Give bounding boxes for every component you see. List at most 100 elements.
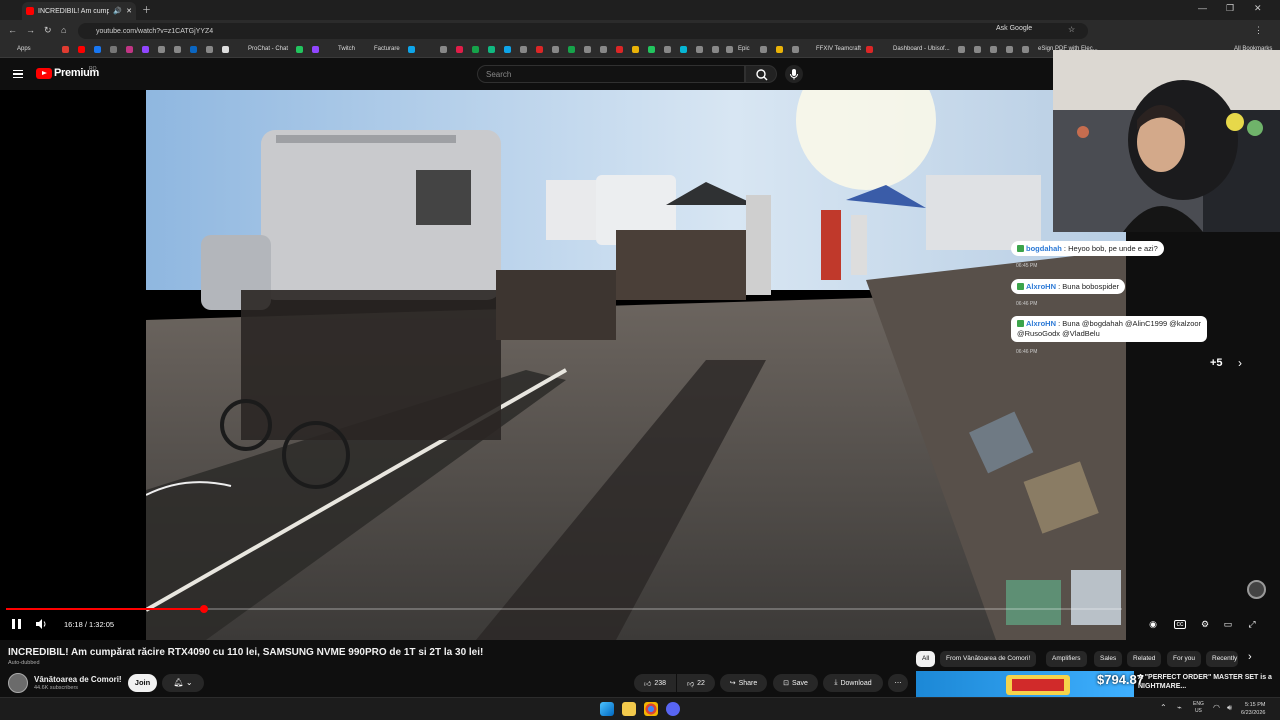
bookmark-apps[interactable]: Apps [17,46,31,52]
search-input[interactable]: Search [477,65,745,83]
moderator-badge-icon [1017,320,1024,327]
file-explorer-icon[interactable] [622,702,636,716]
save-button[interactable]: ⊡ Save [773,674,818,692]
tab-title: INCREDIBIL! Am cumpărat r... [38,7,110,15]
like-button[interactable]: 👍︎ 238 [634,674,676,692]
windows-taskbar: ⌃ ⌁ ENG US ◠ 🔊︎ 5:15 PM 6/23/2026 [0,697,1280,720]
pause-icon[interactable] [12,619,21,629]
chat-username: bogdahah [1026,244,1062,253]
dislike-button[interactable]: 👎︎ 22 [677,674,715,692]
auto-dubbed-label: Auto-dubbed [8,660,40,666]
youtube-header: Premium RO Search [0,58,1053,90]
forward-icon[interactable]: → [26,25,35,35]
moderator-badge-icon [1017,283,1024,290]
maximize-icon[interactable]: ❐ [1226,3,1234,14]
chat-timestamp: 06:46 PM [1016,301,1038,307]
network-icon[interactable]: ⌁ [1177,703,1182,712]
address-bar[interactable]: youtube.com/watch?v=z1CATGjYYZ4 [78,23,1088,39]
notifications-button[interactable]: 🔔︎ ⌄ [162,674,204,692]
chat-username: AlxroHN [1026,282,1057,291]
time-display: 16:18 / 1:32:05 [64,620,115,629]
back-icon[interactable]: ← [8,25,17,35]
chat-text: Heyoo bob, pe unde e azi? [1068,244,1158,253]
autoplay-toggle-icon[interactable]: ◉ [1147,618,1159,630]
fullscreen-icon[interactable]: ⤢ [1246,618,1258,630]
channel-avatar[interactable] [8,673,28,693]
ask-google-button[interactable]: Ask Google [996,25,1032,32]
chat-text: Buna bobospider [1062,282,1119,291]
tray-chevron-up-icon[interactable]: ⌃ [1160,703,1167,712]
chip-from-channel[interactable]: From Vânătoarea de Comori! [940,651,1037,667]
wifi-icon[interactable]: ◠ [1213,703,1220,712]
bell-icon: 🔔︎ [173,678,184,687]
chat-message: AlxroHN : Buna bobospider [1011,279,1125,294]
recommended-title[interactable]: A "PERFECT ORDER" MASTER SET is a NIGHTM… [1138,673,1278,691]
chip-for-you[interactable]: For you [1167,651,1202,667]
channel-watermark-icon[interactable] [1247,580,1266,599]
channel-name[interactable]: Vânătoarea de Comori! [34,675,122,684]
speaker-icon[interactable]: 🔊︎ [1227,703,1232,713]
hamburger-menu-icon[interactable] [13,70,23,78]
progress-bar[interactable] [6,605,1122,613]
chrome-icon[interactable] [644,702,658,716]
volume-icon[interactable] [36,619,48,629]
close-window-icon[interactable]: ✕ [1254,3,1262,14]
join-button[interactable]: Join [128,674,157,692]
chevron-right-icon[interactable]: › [1238,356,1242,370]
video-player[interactable]: 16:18 / 1:32:05 ◉ cc ⚙ ▭ ⤢ [0,90,1256,640]
save-label: Save [791,679,808,687]
bookmark-epic[interactable]: Epic [738,46,750,52]
bookmark-facturare[interactable]: Facturare [374,46,400,52]
region-label: RO [89,66,97,72]
thumbs-up-icon: 👍︎ [643,680,652,688]
download-label: Download [840,679,872,687]
bookmark-dashboard-ubisoft[interactable]: Dashboard - Ubisof... [893,46,950,52]
bookmark-star-icon[interactable]: ☆ [1068,25,1075,34]
bookmark-twitch[interactable]: Twitch [338,46,355,52]
chat-timestamp: 06:46 PM [1016,349,1038,355]
more-horizontal-icon: ⋯ [894,680,902,687]
system-clock[interactable]: 5:15 PM 6/23/2026 [1241,701,1265,717]
bookmark-ffxiv-teamcraft[interactable]: FFXIV Teamcraft [816,46,861,52]
thumbs-down-icon: 👎︎ [687,680,695,688]
tab-audio-icon[interactable]: 🔊 [113,7,122,15]
browser-tab[interactable]: INCREDIBIL! Am cumpărat r... 🔊 ✕ [22,2,136,20]
chip-amplifiers[interactable]: Amplifiers [1046,651,1087,667]
new-tab-icon[interactable]: ＋ [142,3,151,16]
download-icon: ⤓ [834,679,838,686]
windows-start-icon[interactable] [600,702,614,716]
url-text: youtube.com/watch?v=z1CATGjYYZ4 [96,27,214,35]
chip-sales[interactable]: Sales [1094,651,1123,667]
share-label: Share [738,679,758,687]
search-icon [756,69,768,81]
chip-recently[interactable]: Recently [1206,651,1238,667]
subtitles-icon[interactable]: cc [1174,620,1186,629]
more-messages-count[interactable]: +5 [1210,357,1223,369]
browser-toolbar: ← → ↻ ⌂ youtube.com/watch?v=z1CATGjYYZ4 … [0,20,1280,42]
progress-scrubber[interactable] [199,605,208,613]
language-indicator[interactable]: ENG US [1193,701,1204,715]
chip-related[interactable]: Related [1127,651,1162,667]
reload-icon[interactable]: ↻ [44,25,52,36]
minimize-icon[interactable]: — [1198,3,1207,13]
home-icon[interactable]: ⌂ [61,25,66,35]
youtube-logo-icon[interactable] [36,68,52,79]
more-actions-button[interactable]: ⋯ [888,674,908,692]
theater-mode-icon[interactable]: ▭ [1222,618,1234,630]
chat-text: @RusoGodx @VladBelu [1017,329,1100,338]
chevron-right-icon[interactable]: › [1248,651,1252,663]
download-button[interactable]: ⤓ Download [823,674,883,692]
discord-icon[interactable] [666,702,680,716]
chat-text: Buna @bogdahah @AlinC1999 @kalzoor [1062,319,1202,328]
tab-close-icon[interactable]: ✕ [126,7,132,15]
search-button[interactable] [745,65,777,83]
moderator-badge-icon [1017,245,1024,252]
voice-search-button[interactable] [785,65,803,83]
dislike-count: 22 [697,679,705,687]
settings-gear-icon[interactable]: ⚙ [1199,618,1211,630]
video-frame[interactable] [146,90,1126,640]
browser-menu-icon[interactable]: ⋮ [1254,25,1263,36]
bookmark-prochat[interactable]: ProChat - Chat [248,46,288,52]
chip-all[interactable]: All [916,651,936,667]
share-button[interactable]: ↪ Share [720,674,767,692]
